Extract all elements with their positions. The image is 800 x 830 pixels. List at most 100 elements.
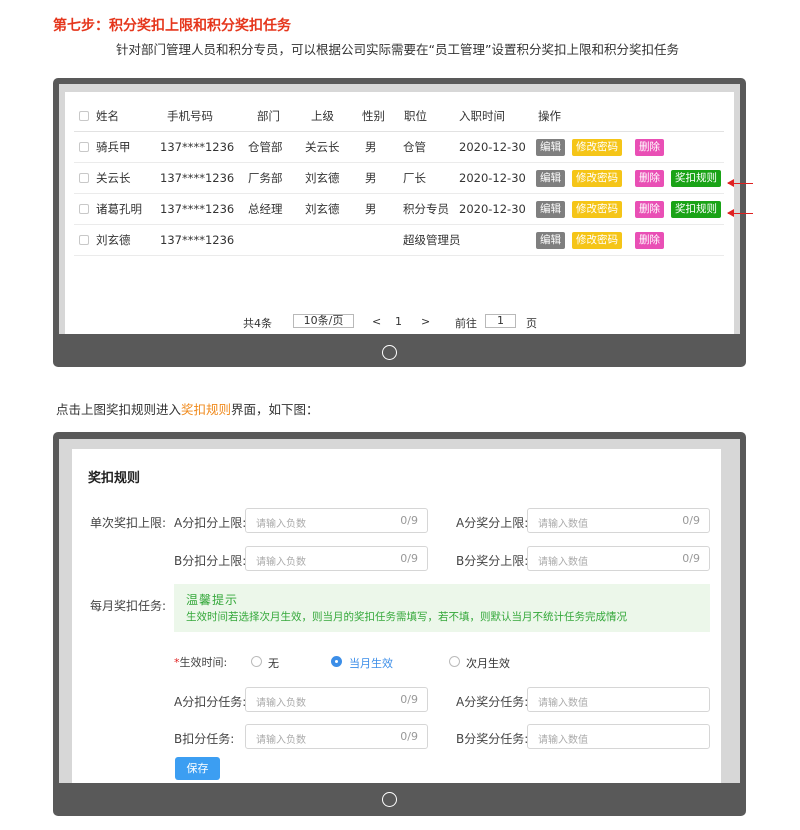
- char-count: 0/9: [682, 514, 700, 527]
- a-award-task-label: A分奖分任务:: [456, 695, 529, 709]
- cell-position: 仓管: [403, 140, 426, 154]
- intro-text: 点击上图奖扣规则进入奖扣规则界面，如下图：: [56, 399, 319, 418]
- goto-page-input[interactable]: 1: [485, 314, 516, 328]
- change-password-button[interactable]: 修改密码: [572, 170, 622, 187]
- char-count: 0/9: [400, 514, 418, 527]
- change-password-button[interactable]: 修改密码: [572, 201, 622, 218]
- single-limit-label: 单次奖扣上限:: [90, 516, 167, 530]
- a-deduct-task-label: A分扣分任务:: [174, 695, 247, 709]
- placeholder: 请输入数值: [538, 519, 588, 530]
- cell-phone: 137****1236: [160, 140, 235, 154]
- cell-join-date: 2020-12-30: [459, 140, 526, 154]
- delete-button[interactable]: 删除: [635, 170, 664, 187]
- current-page[interactable]: 1: [395, 315, 402, 328]
- row-checkbox-icon[interactable]: [79, 204, 89, 214]
- edit-button[interactable]: 编辑: [536, 170, 565, 187]
- delete-button[interactable]: 删除: [635, 139, 664, 156]
- monitor-frame-rules: 奖扣规则 单次奖扣上限: A分扣分上限: 请输入负数 0/9 A分奖分上限: 请…: [53, 432, 746, 816]
- edit-button[interactable]: 编辑: [536, 139, 565, 156]
- column-header: 姓名: [96, 109, 119, 123]
- delete-button[interactable]: 删除: [635, 232, 664, 249]
- table-row: 骑兵甲 137****1236 仓管部 关云长 男 仓管 2020-12-30 编辑 修改密码删…: [74, 132, 724, 163]
- cell-name: 刘玄德: [96, 233, 131, 247]
- b-deduct-task-label: B扣分任务:: [174, 732, 235, 746]
- cell-gender: 男: [365, 140, 377, 154]
- b-award-limit-input[interactable]: 请输入数值 0/9: [527, 546, 710, 571]
- column-header: 部门: [257, 109, 280, 123]
- cell-superior: 刘玄德: [305, 202, 340, 216]
- a-award-task-input[interactable]: 请输入数值: [527, 687, 710, 712]
- radio-current-month-label[interactable]: 当月生效: [349, 655, 393, 671]
- home-button-icon: [382, 345, 397, 360]
- warm-tip-box: 温馨提示 生效时间若选择次月生效，则当月的奖扣任务需填写，若不填，则默认当月不统…: [174, 584, 710, 632]
- cell-gender: 男: [365, 171, 377, 185]
- cell-name: 关云长: [96, 171, 131, 185]
- b-deduct-task-input[interactable]: 请输入负数 0/9: [245, 724, 428, 749]
- form-title: 奖扣规则: [88, 471, 141, 486]
- cell-dept: 厂务部: [248, 171, 283, 185]
- edit-button[interactable]: 编辑: [536, 232, 565, 249]
- goto-label: 前往: [455, 317, 477, 330]
- edit-button[interactable]: 编辑: [536, 201, 565, 218]
- cell-gender: 男: [365, 202, 377, 216]
- effective-time-label: *生效时间:: [174, 654, 227, 670]
- rules-button[interactable]: 奖扣规则: [671, 170, 721, 187]
- effective-time-text: 生效时间:: [179, 656, 228, 669]
- cell-name: 诸葛孔明: [96, 202, 142, 216]
- cell-dept: 仓管部: [248, 140, 283, 154]
- b-award-task-input[interactable]: 请输入数值: [527, 724, 710, 749]
- tip-text: 生效时间若选择次月生效，则当月的奖扣任务需填写，若不填，则默认当月不统计任务完成…: [186, 611, 627, 623]
- row-checkbox-icon[interactable]: [79, 142, 89, 152]
- arrow-left-icon: [727, 179, 753, 187]
- radio-next-month-label[interactable]: 次月生效: [466, 655, 510, 671]
- table-row: 诸葛孔明 137****1236 总经理 刘玄德 男 积分专员 2020-12-30 编辑 修改…: [74, 194, 724, 225]
- cell-position: 积分专员: [403, 202, 449, 216]
- rules-button[interactable]: 奖扣规则: [671, 201, 721, 218]
- a-award-limit-input[interactable]: 请输入数值 0/9: [527, 508, 710, 533]
- arrow-left-icon: [727, 209, 753, 217]
- radio-current-month-icon[interactable]: [331, 656, 342, 667]
- table-row: 刘玄德 137****1236 超级管理员 编辑 修改密码 删除: [74, 225, 724, 256]
- b-award-limit-label: B分奖分上限:: [456, 554, 529, 568]
- save-button[interactable]: 保存: [175, 757, 220, 780]
- column-header: 性别: [362, 109, 385, 123]
- char-count: 0/9: [400, 552, 418, 565]
- total-count: 共4条: [243, 317, 272, 330]
- b-deduct-limit-label: B分扣分上限:: [174, 554, 247, 568]
- table-header-row: 姓名 手机号码 部门 上级 性别 职位 入职时间 操作: [74, 101, 724, 132]
- radio-next-month-icon[interactable]: [449, 656, 460, 667]
- row-checkbox-icon[interactable]: [79, 235, 89, 245]
- step-description: 针对部门管理人员和积分专员，可以根据公司实际需要在“员工管理”设置积分奖扣上限和…: [116, 42, 679, 57]
- char-count: 0/9: [400, 730, 418, 743]
- cell-position: 厂长: [403, 171, 426, 185]
- select-all-checkbox-icon[interactable]: [79, 111, 89, 121]
- column-header: 入职时间: [459, 109, 505, 123]
- step-title: 第七步：积分奖扣上限和积分奖扣任务: [53, 18, 291, 34]
- monitor-frame-staff: 姓名 手机号码 部门 上级 性别 职位 入职时间 操作 骑兵甲 137****12…: [53, 78, 746, 367]
- column-header: 手机号码: [167, 109, 213, 123]
- row-checkbox-icon[interactable]: [79, 173, 89, 183]
- delete-button[interactable]: 删除: [635, 201, 664, 218]
- column-header: 操作: [538, 109, 561, 123]
- a-deduct-task-input[interactable]: 请输入负数 0/9: [245, 687, 428, 712]
- cell-phone: 137****1236: [160, 233, 235, 247]
- radio-none-icon[interactable]: [251, 656, 262, 667]
- staff-screen: 姓名 手机号码 部门 上级 性别 职位 入职时间 操作 骑兵甲 137****12…: [65, 92, 734, 334]
- change-password-button[interactable]: 修改密码: [572, 232, 622, 249]
- cell-superior: 刘玄德: [305, 171, 340, 185]
- cell-position: 超级管理员: [403, 233, 461, 247]
- prev-page-button[interactable]: <: [372, 315, 381, 328]
- placeholder: 请输入数值: [538, 557, 588, 568]
- b-deduct-limit-input[interactable]: 请输入负数 0/9: [245, 546, 428, 571]
- table-row: 关云长 137****1236 厂务部 刘玄德 男 厂长 2020-12-30 编辑 修改密码删…: [74, 163, 724, 194]
- intro-after: 界面，如下图：: [231, 402, 319, 417]
- next-page-button[interactable]: >: [421, 315, 430, 328]
- radio-none-label[interactable]: 无: [268, 655, 279, 671]
- page-unit: 页: [526, 317, 537, 330]
- cell-phone: 137****1236: [160, 171, 235, 185]
- column-header: 职位: [404, 109, 427, 123]
- a-deduct-limit-input[interactable]: 请输入负数 0/9: [245, 508, 428, 533]
- change-password-button[interactable]: 修改密码: [572, 139, 622, 156]
- a-award-limit-label: A分奖分上限:: [456, 516, 529, 530]
- page-size-select[interactable]: 10条/页: [293, 314, 354, 328]
